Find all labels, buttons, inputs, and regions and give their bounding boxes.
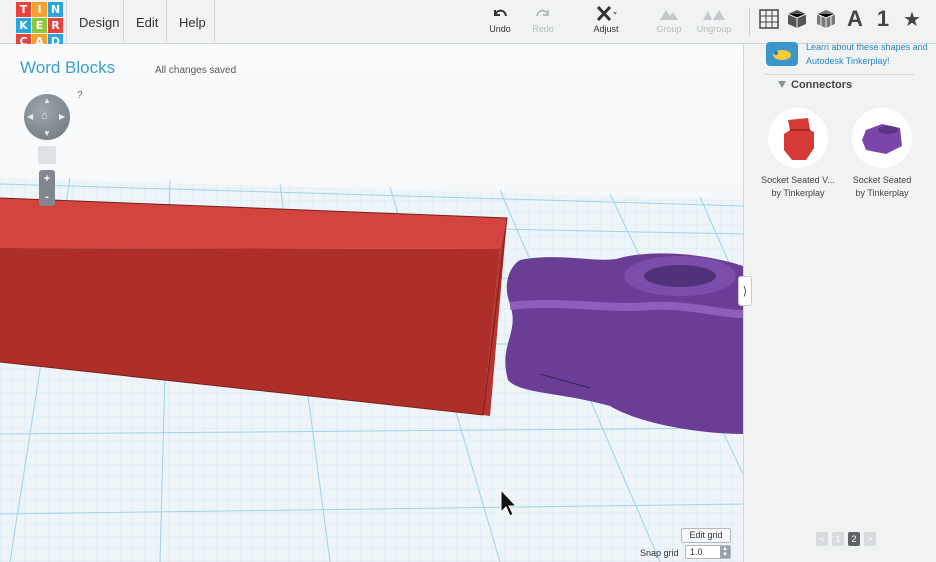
- home-view-icon[interactable]: ⌂: [41, 110, 48, 122]
- menu-edit-label: Edit: [136, 14, 159, 30]
- logo-letter: N: [48, 2, 63, 17]
- redo-label: Redo: [532, 24, 554, 34]
- shape-author: by Tinkerplay: [771, 188, 825, 198]
- orbit-right-icon[interactable]: ▶: [59, 112, 65, 121]
- group-button[interactable]: Group: [647, 6, 691, 40]
- menu-design[interactable]: Design: [66, 0, 124, 44]
- number-icon[interactable]: 1: [872, 6, 894, 31]
- grid-icon[interactable]: [758, 8, 780, 30]
- logo-letter: T: [16, 2, 31, 17]
- ungroup-label: Ungroup: [696, 24, 732, 34]
- redo-button[interactable]: Redo: [521, 6, 565, 40]
- shapes-sidebar: Learn about these shapes and Autodesk Ti…: [743, 42, 936, 562]
- redo-icon: [536, 9, 549, 17]
- collapse-triangle-icon[interactable]: [778, 81, 786, 88]
- undo-button[interactable]: Undo: [478, 6, 522, 40]
- adjust-label: Adjust: [593, 24, 619, 34]
- save-status: All changes saved: [155, 65, 237, 76]
- section-title[interactable]: Connectors: [791, 79, 852, 91]
- shape-name: Socket Seated V...: [761, 175, 835, 185]
- menu-help[interactable]: Help: [167, 0, 215, 44]
- star-icon[interactable]: ★: [901, 8, 923, 31]
- top-toolbar: T I N K E R C A D Design Edit Help Undo …: [0, 0, 936, 49]
- socket-seated-purple-thumbnail: [852, 108, 912, 168]
- snap-grid-label: Snap grid: [640, 548, 679, 558]
- 3d-scene[interactable]: [0, 44, 743, 562]
- tinkercad-logo[interactable]: T I N K E R C A D: [16, 2, 63, 49]
- page-button[interactable]: 1: [832, 532, 844, 546]
- view-cube-icon[interactable]: [38, 146, 56, 164]
- toolbar-divider: [749, 8, 750, 36]
- snap-grid-value: 1.0: [690, 547, 703, 557]
- pagination: < 1 2 >: [816, 532, 876, 546]
- shape-card[interactable]: Socket Seated by Tinkerplay: [840, 106, 924, 200]
- box-icon[interactable]: [815, 8, 837, 30]
- orbit-left-icon[interactable]: ◀: [27, 112, 33, 121]
- shape-author: by Tinkerplay: [855, 188, 909, 198]
- logo-letter: E: [32, 18, 47, 33]
- menu-help-label: Help: [179, 14, 206, 30]
- logo-letter: R: [48, 18, 63, 33]
- prev-page-button[interactable]: <: [816, 532, 828, 546]
- help-icon[interactable]: ?: [77, 90, 83, 101]
- next-page-button[interactable]: >: [864, 532, 876, 546]
- orbit-up-icon[interactable]: ▲: [43, 96, 51, 105]
- section-divider: [764, 74, 914, 75]
- logo-letter: I: [32, 2, 47, 17]
- design-title[interactable]: Word Blocks: [20, 58, 115, 78]
- adjust-button[interactable]: Adjust: [584, 6, 628, 40]
- sidebar-collapse-button[interactable]: ⟩: [738, 276, 752, 306]
- tinkerplay-promo-icon[interactable]: [766, 42, 798, 66]
- ungroup-icon: [703, 10, 725, 20]
- tinkerplay-promo-link[interactable]: Learn about these shapes and Autodesk Ti…: [806, 40, 932, 68]
- shape-name: Socket Seated: [852, 175, 912, 185]
- workplane-canvas[interactable]: Word Blocks All changes saved ? ▲ ▼ ◀ ▶ …: [0, 44, 743, 562]
- socket-seated-red-thumbnail: [768, 108, 828, 168]
- zoom-out-button[interactable]: -: [39, 188, 55, 206]
- group-label: Group: [656, 24, 682, 34]
- zoom-control: + -: [39, 170, 55, 206]
- orbit-down-icon[interactable]: ▼: [43, 129, 51, 138]
- group-icon: [660, 10, 678, 20]
- page-button-current[interactable]: 2: [848, 532, 860, 546]
- undo-label: Undo: [489, 24, 511, 34]
- menu-design-label: Design: [79, 14, 120, 30]
- cube-icon[interactable]: [786, 8, 808, 30]
- menu-edit[interactable]: Edit: [124, 0, 167, 44]
- undo-icon: [494, 9, 507, 17]
- edit-grid-button[interactable]: Edit grid: [681, 528, 731, 543]
- shape-card[interactable]: Socket Seated V... by Tinkerplay: [756, 106, 840, 200]
- text-icon[interactable]: A: [844, 6, 866, 31]
- snap-grid-select[interactable]: 1.0 ▲ ▼: [685, 545, 731, 559]
- ungroup-button[interactable]: Ungroup: [692, 6, 736, 40]
- chevron-updown-icon[interactable]: ▲ ▼: [720, 546, 730, 558]
- zoom-in-button[interactable]: +: [39, 170, 55, 188]
- logo-letter: K: [16, 18, 31, 33]
- orbit-control[interactable]: ▲ ▼ ◀ ▶ ⌂: [24, 94, 70, 140]
- adjust-icon: [596, 6, 617, 22]
